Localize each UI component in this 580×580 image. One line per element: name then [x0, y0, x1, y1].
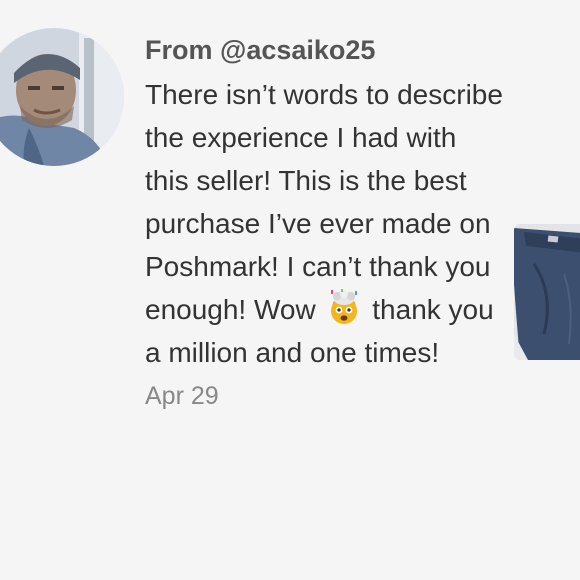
review-text: There isn’t words to describe the experi… — [145, 73, 505, 374]
reviewer-username[interactable]: From @acsaiko25 — [145, 30, 505, 70]
listing-thumbnail[interactable] — [514, 224, 580, 360]
reviewer-avatar[interactable] — [0, 28, 124, 166]
review-card: From @acsaiko25 There isn’t words to des… — [0, 0, 580, 580]
review-text-part-1: There isn’t words to describe the experi… — [145, 79, 503, 325]
review-date: Apr 29 — [145, 382, 219, 410]
review-content: From @acsaiko25 There isn’t words to des… — [145, 30, 505, 414]
navy-pants-photo-icon — [514, 224, 580, 360]
exploding-head-emoji-icon — [326, 289, 362, 325]
avatar-photo-icon — [0, 28, 124, 166]
